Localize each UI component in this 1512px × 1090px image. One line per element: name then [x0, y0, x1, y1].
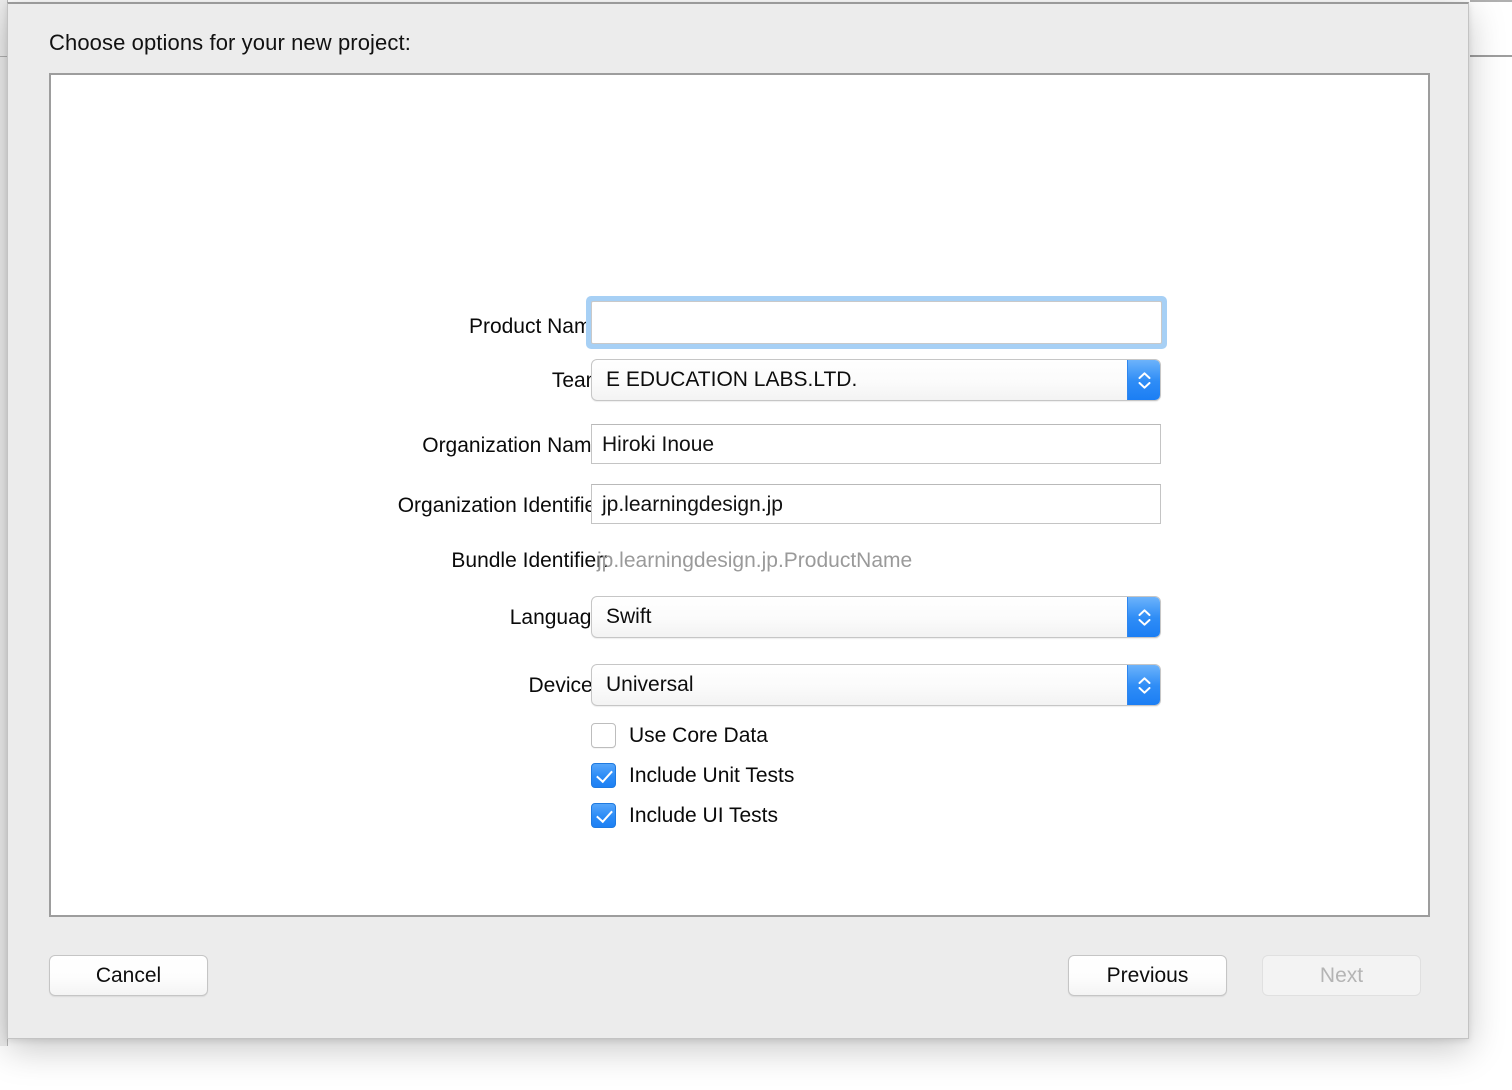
next-button[interactable]: Next [1262, 955, 1421, 996]
language-popup-button[interactable]: Swift [591, 596, 1161, 638]
background-window-edge [1470, 0, 1512, 1090]
organization-identifier-input[interactable]: jp.learningdesign.jp [591, 484, 1161, 524]
language-popup-value: Swift [606, 605, 652, 628]
checkbox-row-include-unit-tests[interactable]: Include Unit Tests [591, 763, 794, 788]
cancel-button[interactable]: Cancel [49, 955, 208, 996]
checkbox-label-use-core-data: Use Core Data [629, 723, 768, 747]
chevron-down-icon [1138, 618, 1151, 626]
checkbox-label-include-unit-tests: Include Unit Tests [629, 763, 795, 787]
field-label-team: Team: [551, 369, 609, 392]
team-popup-stepper[interactable] [1127, 360, 1160, 400]
devices-popup-value: Universal [606, 673, 694, 696]
checkbox-row-use-core-data[interactable]: Use Core Data [591, 723, 768, 748]
field-label-product-name: Product Name: [468, 315, 609, 338]
devices-popup-button[interactable]: Universal [591, 664, 1161, 706]
checkbox-use-core-data[interactable] [591, 723, 616, 748]
chevron-up-icon [1138, 676, 1151, 684]
checkbox-include-ui-tests[interactable] [591, 803, 616, 828]
chevron-down-icon [1138, 686, 1151, 694]
checkbox-label-include-ui-tests: Include UI Tests [629, 803, 779, 827]
chevron-up-icon [1138, 608, 1151, 616]
team-popup-value: E EDUCATION LABS.LTD. [606, 368, 858, 391]
chevron-up-icon [1138, 371, 1151, 379]
new-project-options-sheet: Choose options for your new project: Pro… [7, 2, 1469, 1039]
chevron-down-icon [1138, 381, 1151, 389]
field-label-bundle-identifier: Bundle Identifier: [451, 549, 609, 572]
product-name-focus-ring [586, 296, 1167, 349]
organization-name-input[interactable]: Hiroki Inoue [591, 424, 1161, 464]
checkbox-include-unit-tests[interactable] [591, 763, 616, 788]
background-window-toolbar-hairline [1470, 55, 1512, 57]
page-title: Choose options for your new project: [49, 30, 411, 55]
previous-button[interactable]: Previous [1068, 955, 1227, 996]
field-label-language: Language: [509, 606, 609, 629]
team-popup-button[interactable]: E EDUCATION LABS.LTD. [591, 359, 1161, 401]
field-label-organization-name: Organization Name: [422, 434, 609, 457]
language-popup-stepper[interactable] [1127, 597, 1160, 637]
screen-root: Choose options for your new project: Pro… [0, 0, 1512, 1090]
options-content-panel: Product Name: Team: E EDUCATION LABS.LTD… [49, 73, 1430, 917]
bundle-identifier-value: jp.learningdesign.jp.ProductName [597, 549, 913, 572]
product-name-input[interactable] [591, 301, 1162, 344]
background-window-top-hairline [1470, 0, 1512, 2]
devices-popup-stepper[interactable] [1127, 665, 1160, 705]
field-label-devices: Devices: [528, 674, 609, 697]
checkbox-row-include-ui-tests[interactable]: Include UI Tests [591, 803, 778, 828]
field-label-organization-identifier: Organization Identifier: [397, 494, 609, 517]
